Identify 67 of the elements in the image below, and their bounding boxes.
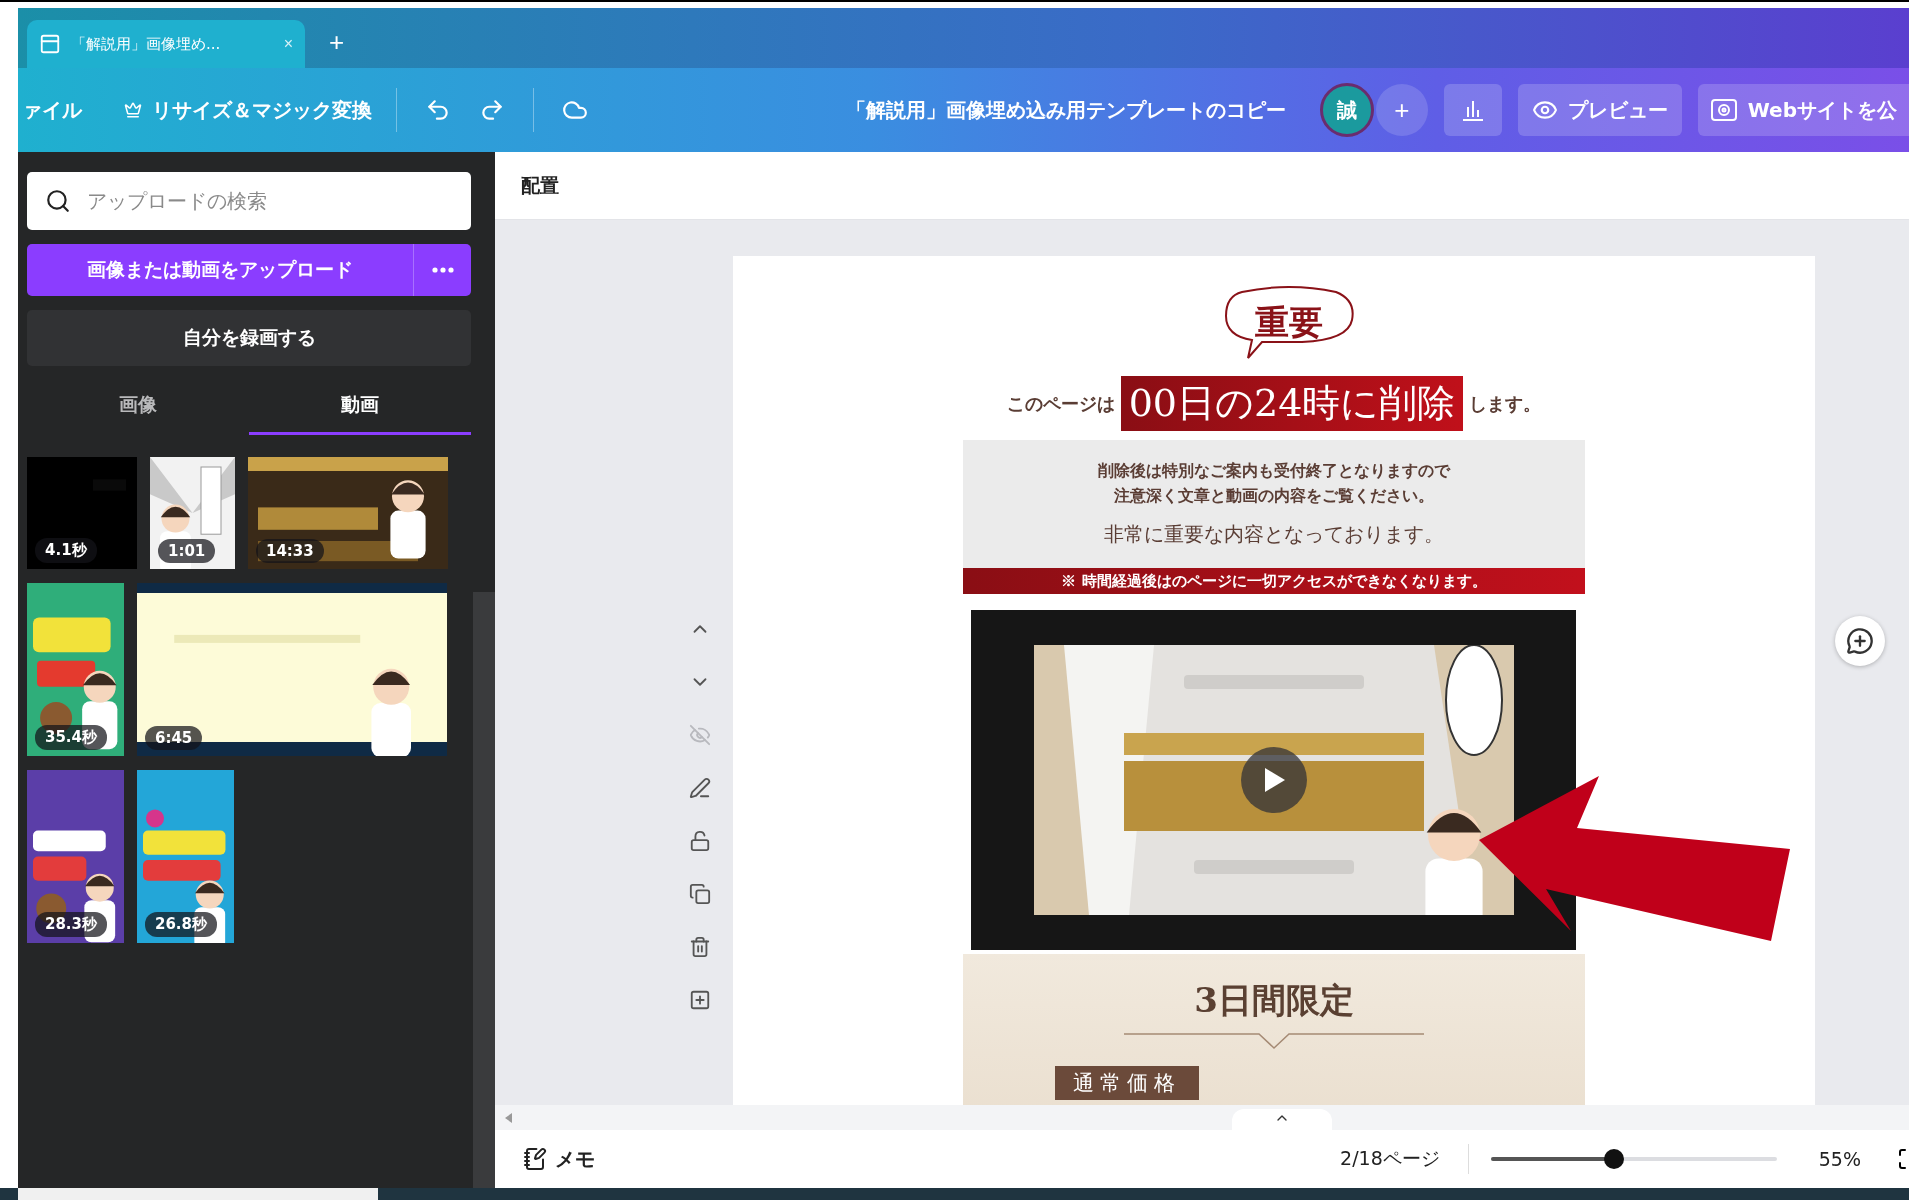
edit-notes-button[interactable] xyxy=(689,777,711,799)
pen-icon xyxy=(689,777,711,799)
offer-title: 3日間限定 xyxy=(1194,979,1354,1022)
zoom-slider[interactable] xyxy=(1490,1149,1777,1169)
redo-icon xyxy=(479,97,505,123)
user-avatar[interactable]: 誠 xyxy=(1319,83,1374,137)
notes-button[interactable]: メモ xyxy=(517,1144,601,1174)
add-page-icon xyxy=(689,989,711,1011)
slider-thumb[interactable] xyxy=(1603,1149,1624,1169)
duration-badge: 1:01 xyxy=(158,539,216,563)
notice-text: このページは xyxy=(1006,391,1115,416)
undo-icon xyxy=(425,97,451,123)
add-member-button[interactable]: + xyxy=(1375,84,1428,136)
comment-button[interactable] xyxy=(1835,616,1885,666)
lock-icon xyxy=(689,830,711,852)
notes-icon xyxy=(523,1147,547,1171)
notice-text: します。 xyxy=(1469,391,1542,416)
file-menu[interactable]: ァイル xyxy=(20,84,84,136)
publish-button[interactable]: Webサイトを公 xyxy=(1697,84,1909,136)
duration-badge: 4.1秒 xyxy=(35,538,97,563)
insights-button[interactable] xyxy=(1443,84,1502,136)
page-indicator[interactable]: 2/18ページ xyxy=(1334,1145,1446,1173)
more-icon xyxy=(431,267,454,273)
tab-title: 「解説用」画像埋め... xyxy=(71,34,222,54)
speech-bubble: 重要 xyxy=(1222,286,1356,360)
comment-icon xyxy=(1846,627,1874,655)
panel-tab[interactable]: 画像 xyxy=(27,378,249,435)
pages-toggle[interactable] xyxy=(1232,1109,1332,1131)
duration-badge: 26.8秒 xyxy=(145,912,217,937)
preview-button[interactable]: プレビュー xyxy=(1517,84,1682,136)
search-field[interactable]: アップロードの検索 xyxy=(27,172,471,230)
duplicate-button[interactable] xyxy=(689,883,711,905)
delete-button[interactable] xyxy=(689,936,711,958)
duration-badge: 14:33 xyxy=(256,539,324,563)
price-tag: 通常価格 xyxy=(1055,1066,1199,1100)
trash-icon xyxy=(689,936,711,958)
scroll-left-icon[interactable] xyxy=(505,1112,513,1123)
upload-button[interactable]: 画像または動画をアップロード xyxy=(27,244,413,296)
crown-icon xyxy=(124,101,142,119)
scrollbar[interactable] xyxy=(473,592,495,1188)
warning-banner: ※ 時間経過後はのページに一切アクセスができなくなります。 xyxy=(963,568,1585,594)
duration-badge: 35.4秒 xyxy=(35,725,107,750)
website-icon xyxy=(1709,98,1738,122)
copy-icon xyxy=(689,883,711,905)
info-text: 削除後は特別なご案内も受付終了となりますので xyxy=(1098,460,1450,482)
zoom-reading[interactable]: 55% xyxy=(1812,1147,1867,1171)
resize-button[interactable]: リサイズ＆マジック変換 xyxy=(114,84,382,136)
duration-badge: 28.3秒 xyxy=(35,912,107,937)
divider-chevron-icon xyxy=(1124,1032,1424,1052)
arrange-label[interactable]: 配置 xyxy=(521,172,559,199)
search-input[interactable]: アップロードの検索 xyxy=(85,188,453,214)
emphasis-text: 非常に重要な内容となっております。 xyxy=(1104,520,1444,548)
deletion-highlight: 00日の24時に削除 xyxy=(1120,376,1464,431)
page-icon xyxy=(39,33,61,55)
new-tab-button[interactable]: + xyxy=(323,27,351,58)
add-page-button[interactable] xyxy=(689,989,711,1011)
arrow-icon xyxy=(1479,776,1790,941)
duration-badge: 6:45 xyxy=(145,726,203,750)
document-title[interactable]: 「解説用」画像埋め込み用テンプレートのコピー xyxy=(845,96,1286,124)
lock-button[interactable] xyxy=(689,830,711,852)
close-tab-button[interactable]: × xyxy=(283,35,293,53)
info-text: 注意深く文章と動画の内容をご覧ください。 xyxy=(1114,485,1434,507)
panel-tab[interactable]: 動画 xyxy=(249,378,471,435)
eye-off-icon xyxy=(689,724,711,746)
search-icon xyxy=(45,188,71,214)
browser-tab[interactable]: 「解説用」画像埋め... × xyxy=(27,20,305,68)
record-button[interactable]: 自分を録画する xyxy=(27,310,471,366)
